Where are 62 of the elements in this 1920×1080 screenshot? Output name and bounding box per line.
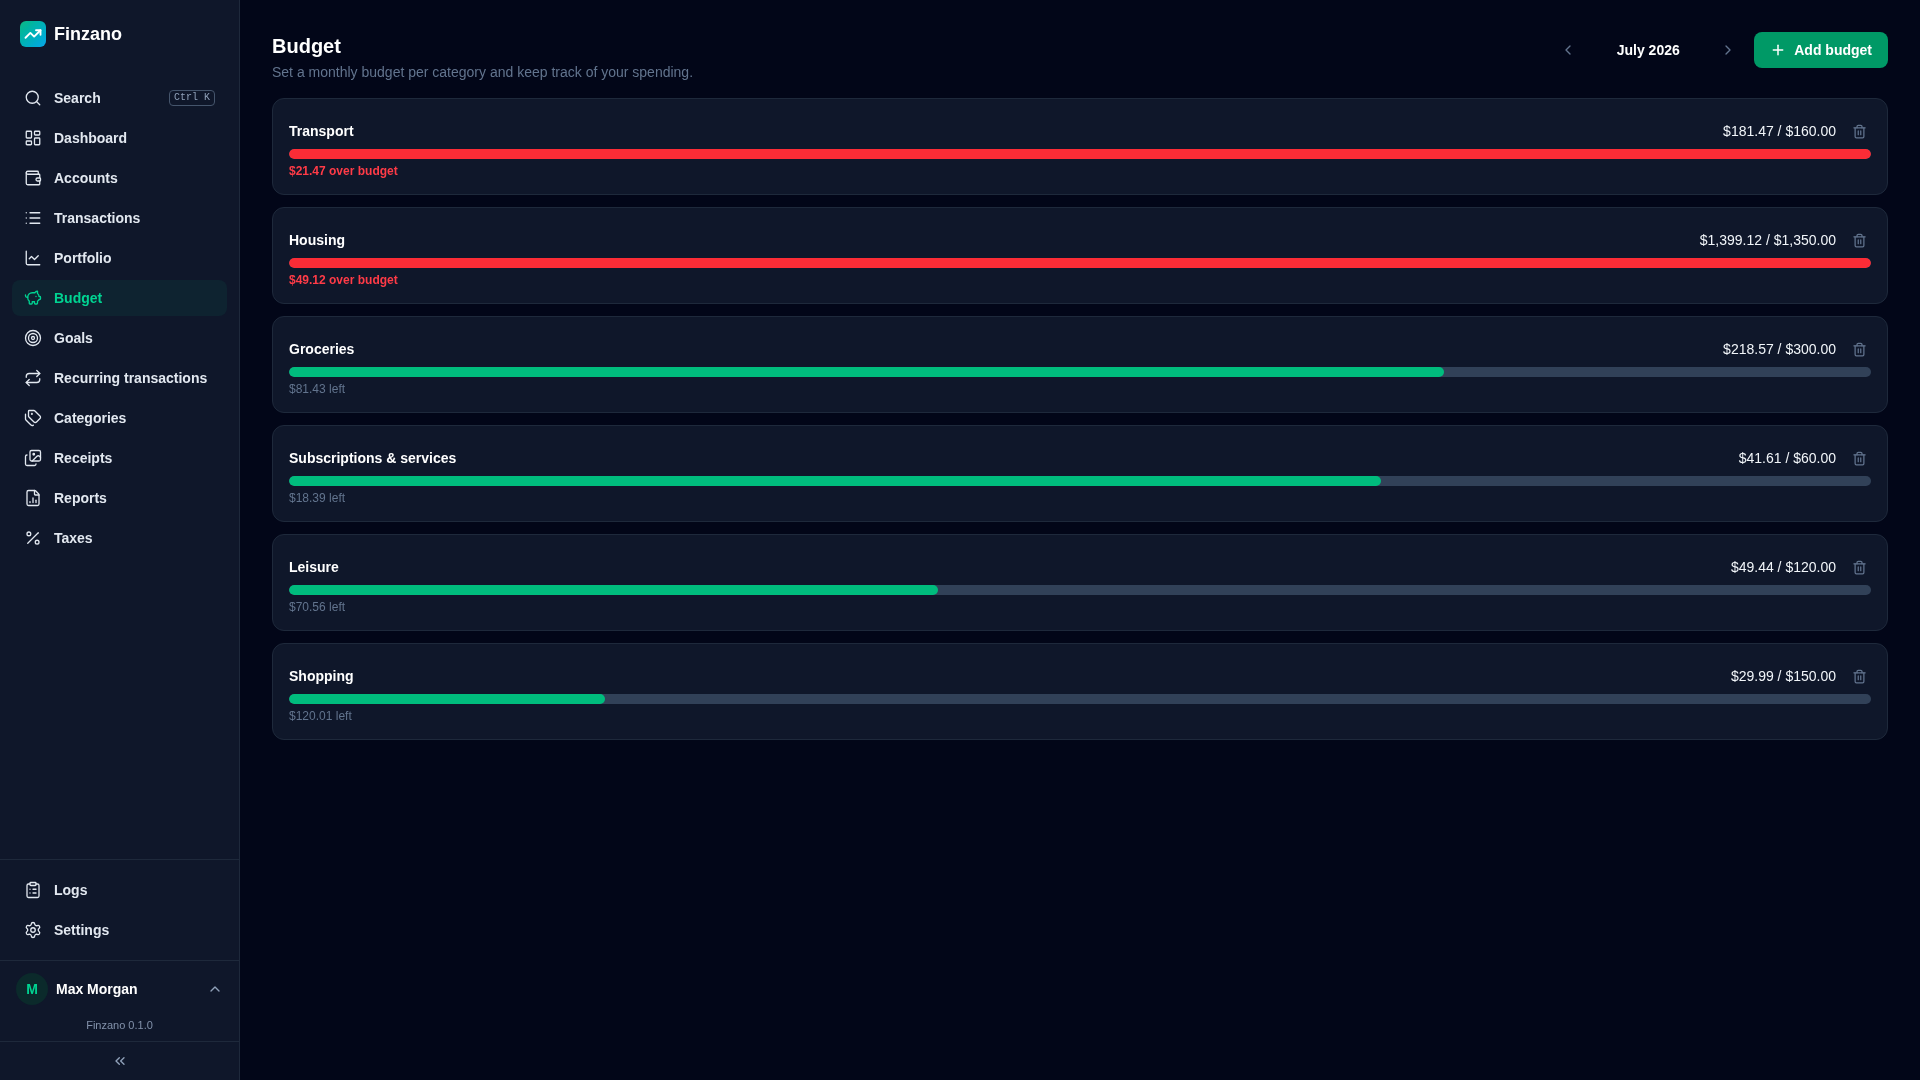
category-name: Groceries — [289, 340, 355, 359]
shortcut-key: Ctrl K — [169, 90, 215, 106]
category-name: Transport — [289, 122, 354, 141]
budget-amount: $1,399.12 / $1,350.00 — [1699, 231, 1836, 250]
trash-icon — [1852, 123, 1867, 139]
budget-status: $120.01 left — [289, 708, 352, 724]
add-budget-button[interactable]: Add budget — [1754, 32, 1888, 68]
nav-item[interactable]: Transactions — [12, 200, 227, 236]
budget-amount: $29.99 / $150.00 — [1730, 667, 1836, 686]
images-icon — [24, 449, 42, 467]
trash-icon — [1852, 341, 1867, 357]
nav-item[interactable]: Taxes — [12, 520, 227, 556]
trash-icon — [1852, 450, 1867, 466]
search-icon — [24, 89, 42, 107]
budget-amount: $218.57 / $300.00 — [1723, 340, 1836, 359]
user-name: Max Morgan — [56, 980, 138, 999]
page-title: Budget — [272, 34, 341, 59]
file-chart-icon — [24, 489, 42, 507]
category-name: Housing — [289, 231, 345, 250]
nav-item[interactable]: Settings — [12, 912, 227, 948]
nav-item[interactable]: Reports — [12, 480, 227, 516]
nav-item[interactable]: Budget — [12, 280, 227, 316]
nav-item[interactable]: Categories — [12, 400, 227, 436]
budget-amount: $181.47 / $160.00 — [1723, 122, 1836, 141]
nav-item[interactable]: Logs — [12, 872, 227, 908]
nav-item[interactable]: Accounts — [12, 160, 227, 196]
budget-amount: $49.44 / $120.00 — [1730, 558, 1836, 577]
repeat-icon — [24, 369, 42, 387]
clipboard-icon — [24, 881, 42, 899]
budget-status: $21.47 over budget — [289, 163, 398, 179]
category-name: Shopping — [289, 667, 354, 686]
nav-item[interactable]: Receipts — [12, 440, 227, 476]
budget-amount: $41.61 / $60.00 — [1738, 449, 1836, 468]
category-name: Leisure — [289, 558, 339, 577]
user-avatar: M — [16, 973, 48, 1005]
month-label: July 2026 — [1616, 41, 1680, 60]
search-button[interactable]: Search Ctrl K — [12, 80, 227, 116]
nav-item[interactable]: Recurring transactions — [12, 360, 227, 396]
settings-icon — [24, 921, 42, 939]
nav-item[interactable]: Goals — [12, 320, 227, 356]
app-name: Finzano — [54, 23, 122, 46]
percent-icon — [24, 529, 42, 547]
trend-logo-icon — [20, 21, 46, 47]
page-subtitle: Set a monthly budget per category and keep track of your spending. — [272, 63, 694, 82]
target-icon — [24, 329, 42, 347]
nav-item[interactable]: Dashboard — [12, 120, 227, 156]
app-version: Finzano 0.1.0 — [86, 1018, 153, 1033]
category-name: Subscriptions & services — [289, 449, 457, 468]
budget-status: $18.39 left — [289, 490, 346, 506]
trash-icon — [1852, 232, 1867, 248]
list-icon — [24, 209, 42, 227]
budget-status: $49.12 over budget — [289, 272, 398, 288]
wallet-icon — [24, 169, 42, 187]
budget-status: $81.43 left — [289, 381, 346, 397]
line-chart-icon — [24, 249, 42, 267]
piggy-bank-icon — [24, 289, 42, 307]
trash-icon — [1852, 559, 1867, 575]
layout-grid-icon — [24, 129, 42, 147]
nav-item[interactable]: Portfolio — [12, 240, 227, 276]
tags-icon — [24, 409, 42, 427]
trash-icon — [1852, 668, 1867, 684]
budget-status: $70.56 left — [289, 599, 346, 615]
